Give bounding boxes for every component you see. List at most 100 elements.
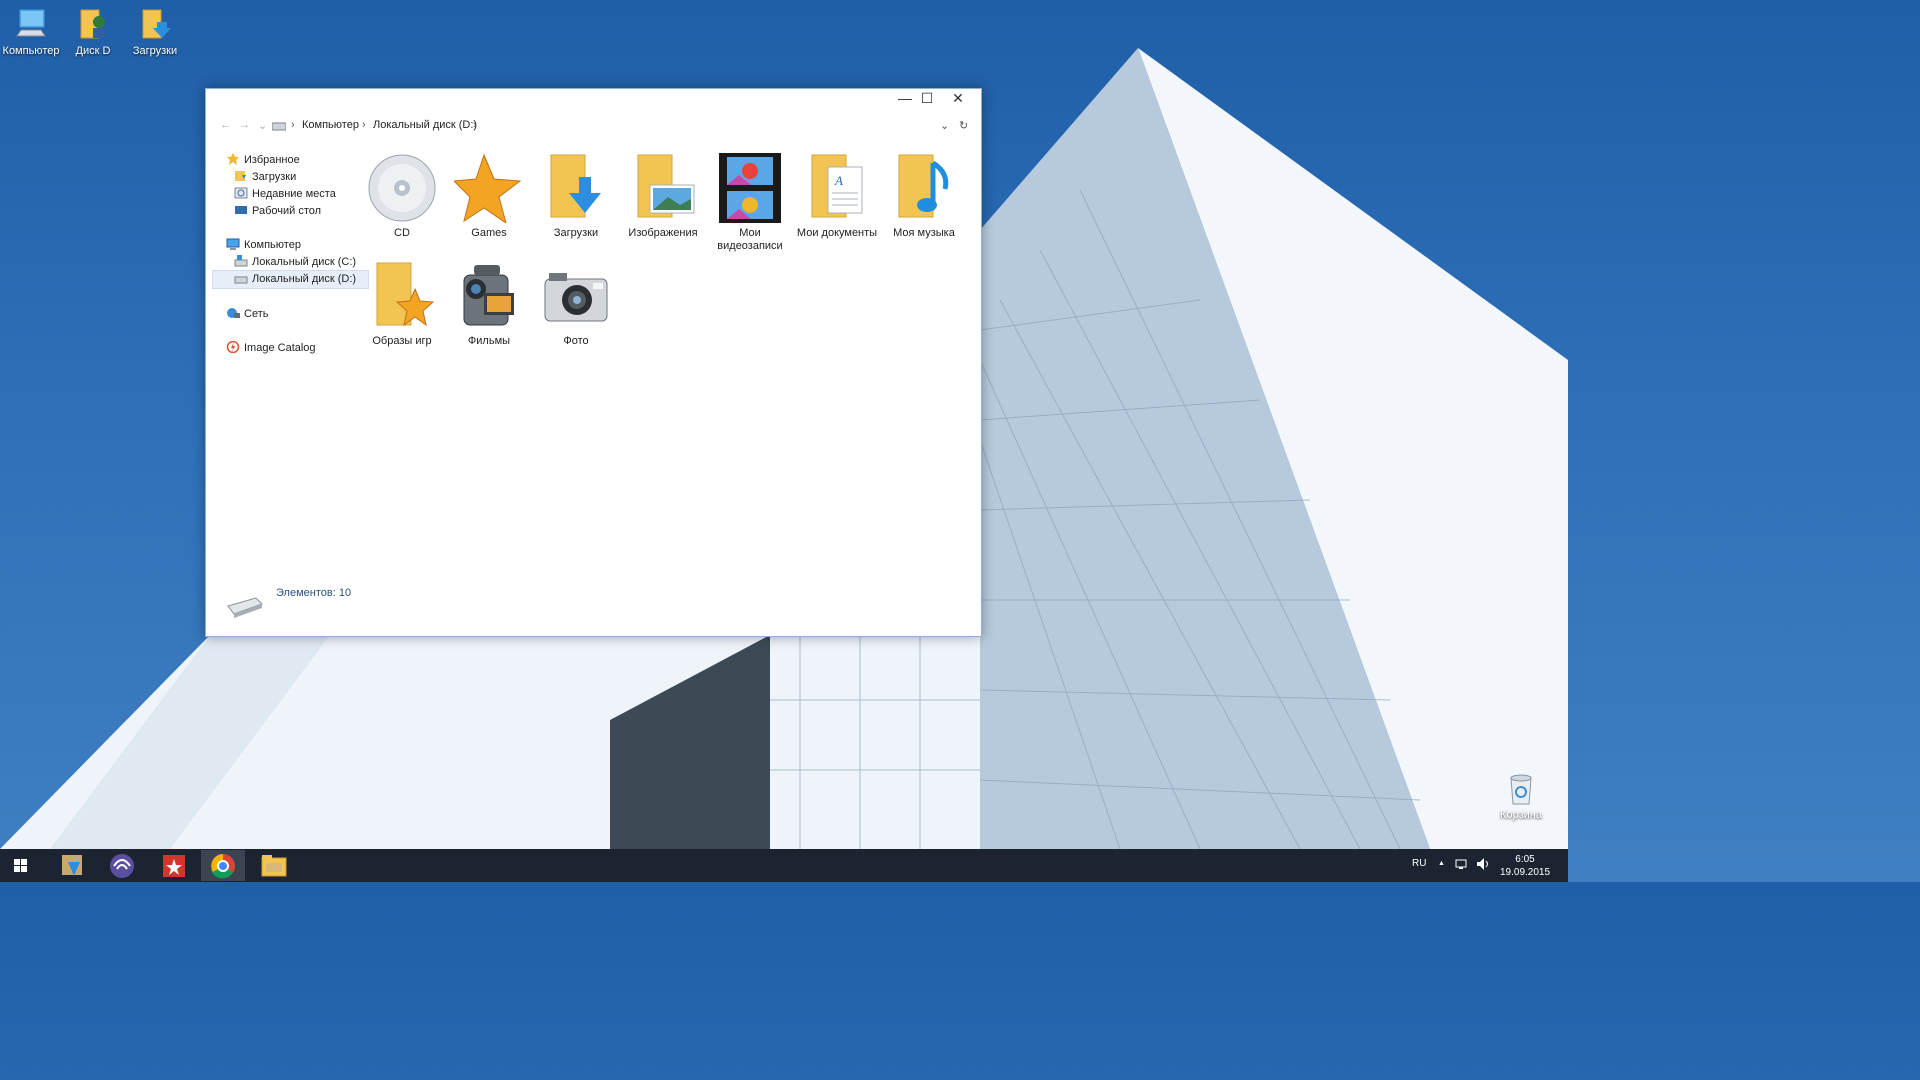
- breadcrumb-separator: ›: [291, 119, 295, 131]
- downloads-folder-icon: [137, 6, 173, 42]
- breadcrumb-separator: ›: [473, 119, 477, 131]
- file-item-photo[interactable]: Фото: [534, 261, 618, 348]
- file-item-movies[interactable]: Фильмы: [447, 261, 531, 348]
- system-drive-icon: [234, 255, 248, 267]
- pictures-folder-icon: [628, 153, 698, 223]
- taskbar-explorer-app[interactable]: [252, 850, 296, 881]
- desktop-icon: [234, 204, 248, 216]
- refresh-button[interactable]: ↻: [959, 119, 968, 132]
- desktop-icon-label: Компьютер: [2, 45, 60, 57]
- file-item-label: Изображения: [628, 227, 698, 239]
- taskbar: RU ▲ 6:05 19.09.2015: [0, 849, 1568, 882]
- file-item-label: Мои видеозаписи: [717, 227, 783, 252]
- nav-label: Загрузки: [252, 171, 297, 183]
- nav-label: Компьютер: [244, 239, 301, 251]
- nav-label: Рабочий стол: [252, 205, 322, 217]
- image-catalog-icon: [226, 340, 240, 354]
- desktop-icon-label: Корзина: [1500, 809, 1542, 821]
- taskbar-chrome-app[interactable]: [201, 850, 245, 881]
- nav-item-downloads[interactable]: Загрузки: [234, 169, 296, 186]
- nav-item-disk-c[interactable]: Локальный диск (C:): [234, 254, 356, 271]
- star-folder-icon: [367, 261, 437, 331]
- recent-locations-button[interactable]: ⌄: [258, 119, 267, 132]
- desktop-icon-computer[interactable]: Компьютер: [0, 6, 62, 57]
- breadcrumb-disk-d[interactable]: Локальный диск (D:): [373, 119, 477, 131]
- file-item-cd[interactable]: CD: [360, 153, 444, 240]
- recent-places-icon: [234, 187, 248, 199]
- nav-item-network[interactable]: Сеть: [226, 306, 268, 323]
- desktop-icon-downloads[interactable]: Загрузки: [124, 6, 186, 57]
- desktop-icon-disk-d[interactable]: Диск D: [62, 6, 124, 57]
- nav-item-image-catalog[interactable]: Image Catalog: [226, 340, 316, 357]
- taskbar-downloads-app[interactable]: [50, 850, 94, 881]
- nav-label: Избранное: [244, 154, 300, 166]
- file-item-documents[interactable]: A Мои документы: [795, 153, 879, 240]
- file-item-label: Фото: [563, 335, 589, 347]
- drive-icon: [234, 272, 248, 284]
- file-item-game-images[interactable]: Образы игр: [360, 261, 444, 348]
- file-item-games[interactable]: Games: [447, 153, 531, 240]
- forward-button[interactable]: →: [239, 119, 250, 131]
- camera-icon: [541, 261, 611, 331]
- nav-item-desktop[interactable]: Рабочий стол: [234, 203, 321, 220]
- navigation-pane: Избранное Загрузки Недавние места Рабочи…: [212, 149, 369, 576]
- explorer-window: — ☐ ✕ ← → ⌄ › Компьютер › Локальный диск…: [205, 88, 982, 637]
- file-item-videos[interactable]: Мои видеозаписи: [708, 153, 792, 253]
- clock-time: 6:05: [1515, 854, 1535, 865]
- desktop-icon-label: Загрузки: [132, 45, 178, 57]
- network-icon: [226, 307, 240, 319]
- file-item-label: Фильмы: [467, 335, 511, 347]
- volume-icon[interactable]: [1476, 857, 1490, 890]
- file-view: CD Games Загрузки Изображения Мои видеоз…: [354, 147, 971, 576]
- maximize-button[interactable]: ☐: [912, 89, 942, 109]
- nav-item-disk-d[interactable]: Локальный диск (D:): [212, 270, 369, 289]
- drive-icon: [226, 594, 264, 621]
- file-item-music[interactable]: Моя музыка: [882, 153, 966, 240]
- nav-item-recent[interactable]: Недавние места: [234, 186, 336, 203]
- desktop-icon-label: Диск D: [75, 45, 111, 57]
- file-item-label: Образы игр: [372, 335, 432, 347]
- address-bar[interactable]: ← → ⌄ › Компьютер › Локальный диск (D:) …: [206, 115, 981, 137]
- taskbar-bookmarks-app[interactable]: [152, 850, 196, 881]
- music-folder-icon: [889, 153, 959, 223]
- file-item-pictures[interactable]: Изображения: [621, 153, 705, 240]
- language-indicator[interactable]: RU: [1412, 858, 1426, 891]
- file-item-label: Games: [471, 227, 507, 239]
- nav-label: Image Catalog: [244, 342, 316, 354]
- star-icon: [452, 153, 524, 225]
- title-bar[interactable]: — ☐ ✕: [206, 89, 981, 111]
- tray-overflow-button[interactable]: ▲: [1438, 860, 1445, 893]
- user-folder-icon: [75, 6, 111, 42]
- file-item-downloads[interactable]: Загрузки: [534, 153, 618, 240]
- clock-date: 19.09.2015: [1500, 867, 1551, 878]
- nav-label: Сеть: [244, 308, 269, 320]
- nav-item-favorites[interactable]: Избранное: [226, 152, 300, 169]
- clock[interactable]: 6:05 19.09.2015: [1500, 853, 1550, 886]
- star-icon: [226, 153, 240, 165]
- nav-item-computer[interactable]: Компьютер: [226, 237, 301, 254]
- cd-icon: [367, 153, 437, 223]
- file-item-label: Загрузки: [553, 227, 599, 239]
- documents-folder-icon: A: [802, 153, 872, 223]
- nav-label: Недавние места: [252, 188, 336, 200]
- svg-text:A: A: [834, 173, 843, 188]
- address-dropdown-button[interactable]: ⌄: [940, 119, 949, 132]
- file-item-label: Мои документы: [796, 227, 878, 239]
- close-button[interactable]: ✕: [943, 89, 973, 109]
- status-bar: Элементов: 10: [206, 580, 981, 636]
- back-button[interactable]: ←: [220, 119, 231, 131]
- recycle-bin-icon: [1503, 770, 1539, 806]
- computer-icon: [226, 238, 240, 250]
- item-count: Элементов: 10: [276, 587, 352, 599]
- nav-label: Локальный диск (C:): [252, 256, 357, 268]
- breadcrumb-separator: ›: [362, 119, 366, 131]
- taskbar-torrent-app[interactable]: [100, 850, 144, 881]
- video-film-icon: [715, 153, 785, 223]
- drive-icon: [271, 121, 287, 134]
- breadcrumb-computer[interactable]: Компьютер: [302, 119, 359, 131]
- nav-label: Локальный диск (D:): [252, 273, 357, 285]
- downloads-folder-icon: [234, 170, 248, 182]
- start-button[interactable]: [0, 850, 44, 881]
- desktop-icon-recycle-bin[interactable]: Корзина: [1490, 770, 1552, 821]
- network-icon[interactable]: [1455, 857, 1469, 890]
